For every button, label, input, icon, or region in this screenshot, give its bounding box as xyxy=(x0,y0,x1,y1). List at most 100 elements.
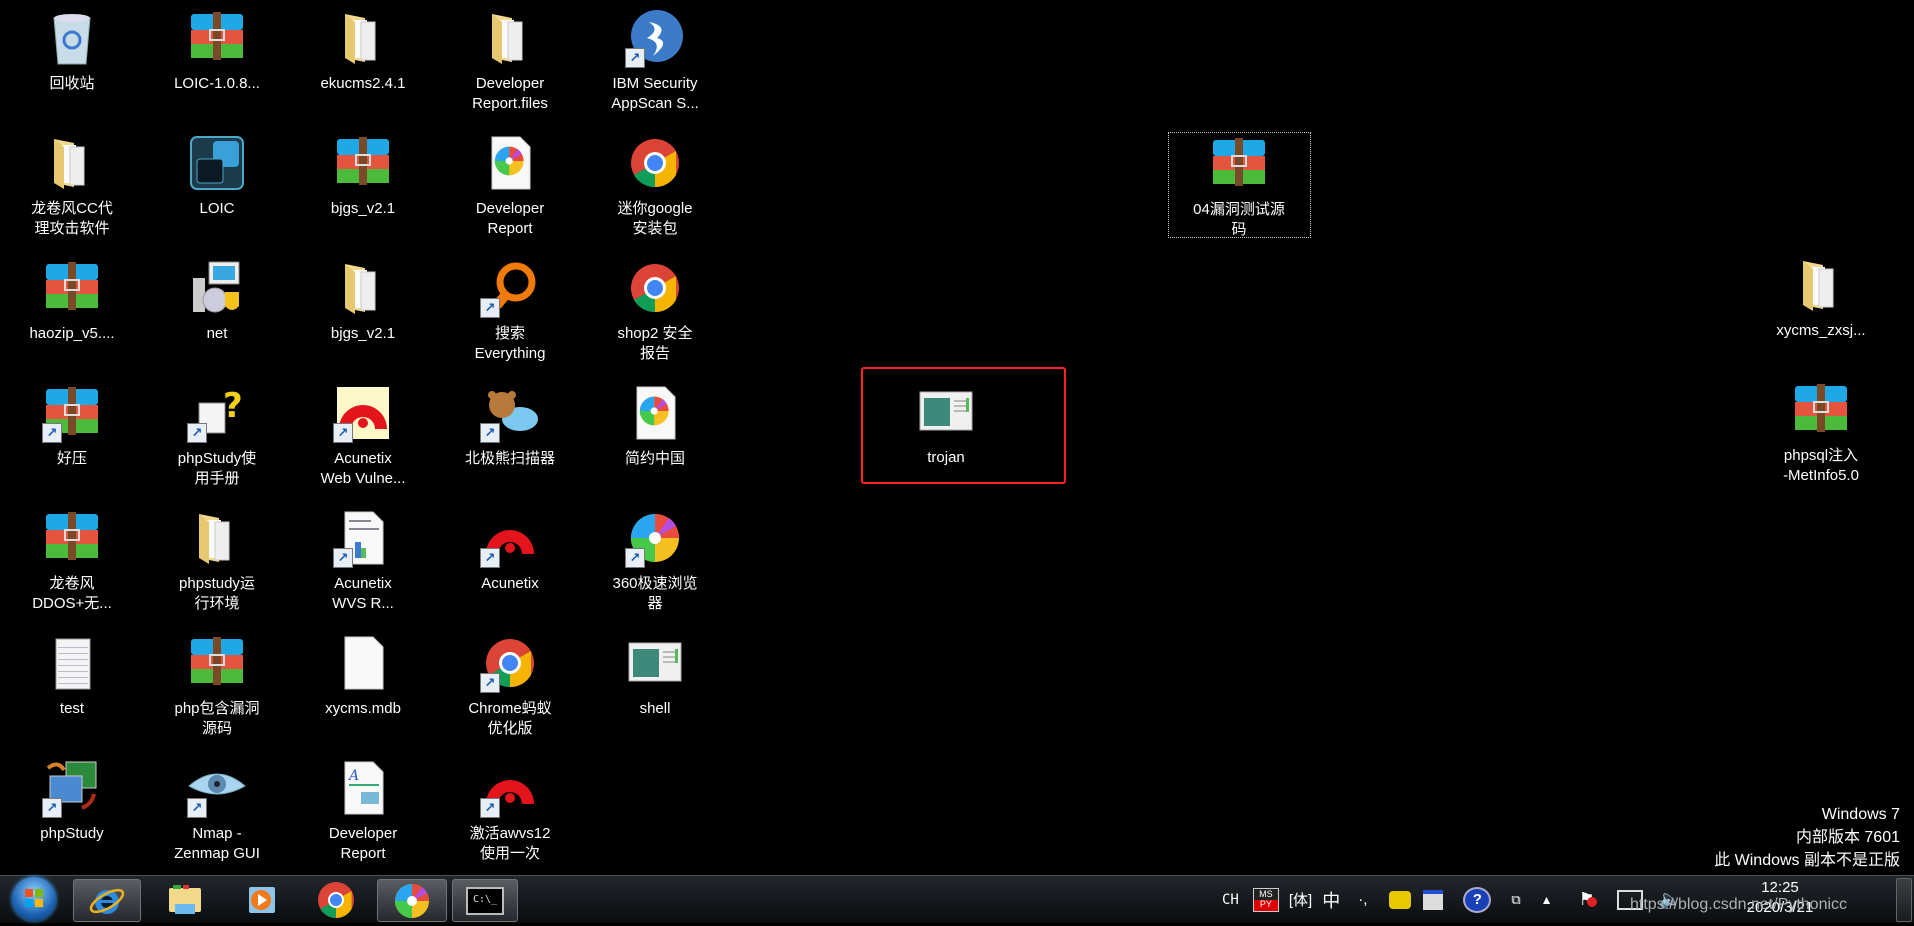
desktop-icon[interactable]: phpstudy运 行环境 xyxy=(147,508,287,614)
winrar-archive-icon: ↗ xyxy=(40,383,104,443)
acunetix-box-icon: ↗ xyxy=(331,383,395,443)
desktop-icon[interactable]: bjgs_v2.1 xyxy=(293,258,433,344)
taskbar-media-player[interactable] xyxy=(228,879,294,920)
watermark-build: 内部版本 7601 xyxy=(1795,829,1900,846)
desktop-icon[interactable]: ↗ Nmap - Zenmap GUI xyxy=(147,758,287,864)
desktop-icon[interactable]: ekucms2.4.1 xyxy=(293,8,433,94)
acunetix-icon: ↗ xyxy=(478,758,542,818)
media-player-icon xyxy=(249,886,275,913)
desktop-icon[interactable]: ↗ 北极熊扫描器 xyxy=(440,383,580,469)
desktop-icon[interactable]: A Developer Report xyxy=(293,758,433,864)
help-icon[interactable]: ? xyxy=(1463,886,1492,913)
show-hidden-icons-icon[interactable]: ▲ xyxy=(1541,893,1553,907)
desktop-icon[interactable]: ↗ 激活awvs12 使用一次 xyxy=(440,758,580,864)
icon-label: bjgs_v2.1 xyxy=(330,200,396,217)
icon-label: phpStudy使 用手册 xyxy=(177,450,257,487)
desktop-icon[interactable]: test xyxy=(2,633,142,719)
desktop-icon[interactable]: haozip_v5.... xyxy=(2,258,142,344)
icon-label: xycms_zxsj... xyxy=(1776,322,1866,339)
icon-label: 好压 xyxy=(56,450,87,467)
desktop-icon[interactable]: Developer Report xyxy=(440,133,580,239)
browser-360-icon: ↗ xyxy=(623,508,687,568)
icon-label: 360极速浏览 器 xyxy=(612,575,698,612)
system-tray: CH MSPY [体] 中 ·, ? ⧉ ▲ ⚑ 🔈 xyxy=(1222,876,1681,923)
desktop-icon[interactable]: 龙卷风CC代 理攻击软件 xyxy=(2,133,142,239)
ime-softkeyboard-icon[interactable] xyxy=(1423,889,1444,910)
icon-label: net xyxy=(206,325,228,342)
ime-experience-icon[interactable]: [体] xyxy=(1289,889,1312,910)
icon-label: 北极熊扫描器 xyxy=(464,450,555,467)
icon-label: Developer Report.files xyxy=(472,75,548,112)
desktop-icon[interactable]: net xyxy=(147,258,287,344)
desktop-icon[interactable]: shop2 安全 报告 xyxy=(585,258,725,364)
folder-library-icon xyxy=(169,884,201,914)
icon-label: Nmap - Zenmap GUI xyxy=(174,825,260,862)
ime-punctuation[interactable]: ·, xyxy=(1358,891,1367,908)
ime-mspy-icon[interactable]: MS PY xyxy=(1252,887,1279,912)
desktop-icon[interactable]: ↗ Acunetix WVS R... xyxy=(293,508,433,614)
desktop-icon[interactable]: 简约中国 xyxy=(585,383,725,469)
browser-360-icon xyxy=(395,883,429,918)
icon-label: LOIC xyxy=(199,200,235,217)
winrar-archive-icon xyxy=(185,8,249,68)
desktop-icon[interactable]: Developer Report.files xyxy=(440,8,580,114)
show-desktop-button[interactable] xyxy=(1896,878,1912,922)
ime-tools-icon[interactable] xyxy=(1389,890,1412,909)
desktop-icon[interactable]: bjgs_v2.1 xyxy=(293,133,433,219)
desktop-icon[interactable]: ↗ 搜索 Everything xyxy=(440,258,580,364)
acunetix-icon: ↗ xyxy=(478,508,542,568)
desktop-icon[interactable]: ↗ Chrome蚂蚁 优化版 xyxy=(440,633,580,739)
taskbar-chrome[interactable] xyxy=(303,879,369,920)
taskbar-360-browser[interactable] xyxy=(377,879,447,922)
desktop-icon[interactable]: shell xyxy=(585,633,725,719)
language-indicator[interactable]: CH xyxy=(1222,892,1239,908)
desktop-icon[interactable]: ↗ 360极速浏览 器 xyxy=(585,508,725,614)
desktop-icon[interactable]: ↗ Acunetix xyxy=(440,508,580,594)
desktop-icon[interactable]: php包含漏洞 源码 xyxy=(147,633,287,739)
icon-label: LOIC-1.0.8... xyxy=(174,75,260,92)
taskbar: C:\_ CH MSPY [体] 中 ·, ? ⧉ ▲ ⚑ 🔈 12:25 20… xyxy=(0,875,1914,923)
desktop-icon[interactable]: 回收站 xyxy=(2,8,142,94)
recycle-bin-icon xyxy=(40,8,104,68)
icon-label: test xyxy=(59,700,85,717)
restore-icon[interactable]: ⧉ xyxy=(1511,892,1520,908)
ime-mode-label[interactable]: 中 xyxy=(1322,887,1340,913)
shortcut-arrow-icon: ↗ xyxy=(187,798,207,818)
clock-time: 12:25 xyxy=(1761,879,1799,896)
desktop-icon[interactable]: 龙卷风 DDOS+无... xyxy=(2,508,142,614)
icon-label: 简约中国 xyxy=(624,450,685,467)
shortcut-arrow-icon: ↗ xyxy=(42,798,62,818)
desktop-icon[interactable]: LOIC-1.0.8... xyxy=(147,8,287,94)
watermark-not-genuine: 此 Windows 副本不是正版 xyxy=(1714,852,1900,869)
chrome-icon: ↗ xyxy=(478,633,542,693)
watermark-os: Windows 7 xyxy=(1821,806,1900,823)
desktop-icon[interactable]: phpsql注入 -MetInfo5.0 xyxy=(1751,380,1891,486)
icon-label: 回收站 xyxy=(49,75,95,92)
taskbar-cmd[interactable]: C:\_ xyxy=(452,879,518,922)
desktop-icon[interactable]: ↗ phpStudy xyxy=(2,758,142,844)
icon-label: 搜索 Everything xyxy=(474,325,546,362)
desktop-icon[interactable]: xycms_zxsj... xyxy=(1751,255,1891,341)
action-center-flag-icon[interactable]: ⚑ xyxy=(1579,889,1597,910)
taskbar-ie[interactable] xyxy=(73,879,141,922)
loic-icon xyxy=(185,133,249,193)
desktop-icon[interactable]: xycms.mdb xyxy=(293,633,433,719)
folder-icon xyxy=(331,258,395,318)
text-file-icon xyxy=(40,633,104,693)
shortcut-arrow-icon: ↗ xyxy=(42,423,62,443)
icon-label: Chrome蚂蚁 优化版 xyxy=(468,700,552,737)
desktop-icon[interactable]: ? ↗ phpStudy使 用手册 xyxy=(147,383,287,489)
desktop-icon[interactable]: ↗ 好压 xyxy=(2,383,142,469)
icon-label: xycms.mdb xyxy=(325,700,401,717)
desktop-icon[interactable]: LOIC xyxy=(147,133,287,219)
winrar-archive-icon xyxy=(185,633,249,693)
desktop-icon[interactable]: ↗ IBM Security AppScan S... xyxy=(585,8,725,114)
start-button[interactable] xyxy=(12,877,56,921)
desktop-icon[interactable]: ↗ Acunetix Web Vulne... xyxy=(293,383,433,489)
desktop-icon[interactable]: 迷你google 安装包 xyxy=(585,133,725,239)
folder-icon xyxy=(185,508,249,568)
bear-icon: ↗ xyxy=(478,383,542,443)
icon-label: 龙卷风CC代 理攻击软件 xyxy=(31,200,113,237)
winrar-archive-icon xyxy=(40,508,104,568)
taskbar-explorer[interactable] xyxy=(152,879,218,920)
